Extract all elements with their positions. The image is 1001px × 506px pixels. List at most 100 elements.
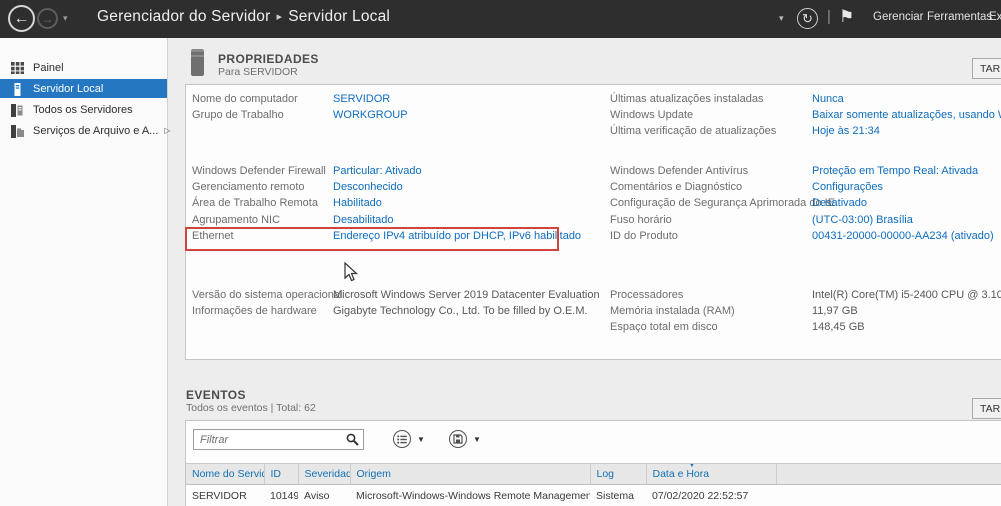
property-label: Grupo de Trabalho (192, 109, 284, 122)
tasks-label: TAREFAS (980, 402, 1001, 415)
column-header-severidade[interactable]: Severidade (298, 463, 351, 485)
filter-field (193, 429, 364, 450)
back-button[interactable]: ← (8, 5, 35, 32)
sidebar-item-servidor-local[interactable]: Servidor Local (0, 79, 167, 98)
property-value: 11,97 GB (812, 305, 858, 318)
events-panel: ▼ ▼ Nome do ServidorIDSeveridadeOrigemLo… (185, 420, 1001, 506)
property-row: Processadores Intel(R) Core(TM) i5-2400 C… (610, 289, 1001, 305)
sort-indicator-icon: ▼ (688, 463, 696, 470)
property-value-link[interactable]: Desativado (812, 197, 867, 209)
event-cell (776, 484, 1001, 506)
filter-input[interactable] (193, 429, 364, 450)
column-header-id[interactable]: ID (264, 463, 299, 485)
property-label: Espaço total em disco (610, 321, 718, 334)
property-group: Nome do computador SERVIDOR Grupo de Traba… (192, 93, 608, 125)
property-value-link[interactable]: Particular: Ativado (333, 165, 422, 177)
property-label: Últimas atualizações instaladas (610, 93, 764, 105)
notifications-dropdown-caret-icon[interactable]: ▾ (779, 13, 784, 24)
property-value-link[interactable]: (UTC-03:00) Brasília (812, 214, 913, 226)
property-value-link[interactable]: Configurações (812, 181, 883, 193)
property-value-link[interactable]: Proteção em Tempo Real: Ativada (812, 165, 978, 177)
property-label: Ethernet (192, 229, 234, 242)
sidebar-item-label: Servidor Local (33, 82, 104, 95)
property-row: Windows Defender Firewall Particular: Ati… (192, 165, 608, 181)
file-storage-services-icon (11, 124, 24, 138)
save-query-button[interactable]: ▼ (449, 430, 481, 448)
property-value-link[interactable]: 00431-20000-00000-AA234 (ativado) (812, 230, 994, 242)
property-label: Processadores (610, 289, 684, 301)
column-header-log[interactable]: Log (590, 463, 647, 485)
property-row: Ethernet Endereço IPv4 atribuído por DHCP… (192, 230, 608, 246)
events-title: EVENTOS (186, 388, 246, 402)
forward-button[interactable]: → (37, 8, 58, 29)
property-row: ID do Produto 00431-20000-00000-AA234 (at… (610, 230, 1001, 246)
refresh-icon: ↻ (802, 10, 813, 26)
event-row[interactable]: SERVIDOR 10149 Aviso Microsoft-Windows-Wind… (186, 484, 1001, 506)
search-icon[interactable] (346, 433, 359, 451)
query-list-icon (393, 430, 411, 448)
nav-dropdown-caret-icon[interactable]: ▾ (63, 13, 68, 24)
menu-exibir[interactable]: Exibir (989, 11, 1001, 23)
sidebar-item-servicos-de-arquivo[interactable]: Serviços de Arquivo e A... ▷ (0, 121, 171, 140)
sidebar-item-todos-os-servidores[interactable]: Todos os Servidores (0, 100, 167, 119)
menu-gerenciar[interactable]: Gerenciar (873, 11, 924, 23)
column-header-data-e-hora[interactable]: Data e Hora ▼ (646, 463, 777, 485)
property-value-link[interactable]: Hoje às 21:34 (812, 125, 880, 137)
titlebar-divider: | (827, 8, 831, 25)
properties-title: PROPRIEDADES (218, 52, 319, 66)
property-value: Gigabyte Technology Co., Ltd. To be fill… (333, 305, 588, 318)
column-header-nome-do-servidor[interactable]: Nome do Servidor (186, 463, 265, 485)
property-row: Configuração de Segurança Aprimorada do … (610, 197, 1001, 213)
property-row: Área de Trabalho Remota Habilitado (192, 197, 608, 213)
properties-server-icon (191, 49, 204, 76)
event-cell: 10149 (264, 484, 298, 506)
all-servers-icon (11, 103, 24, 117)
properties-left-column: Nome do computador SERVIDOR Grupo de Traba… (192, 85, 608, 359)
property-value-link[interactable]: Desconhecido (333, 181, 403, 193)
property-label: Fuso horário (610, 213, 672, 226)
refresh-button[interactable]: ↻ (797, 8, 818, 29)
property-value-link[interactable]: Habilitado (333, 197, 382, 209)
event-cell: 07/02/2020 22:52:57 (646, 484, 776, 506)
column-header-origem[interactable]: Origem (350, 463, 591, 485)
events-table: Nome do ServidorIDSeveridadeOrigemLogDat… (186, 463, 1001, 506)
breadcrumb-current: Servidor Local (288, 8, 391, 25)
caret-down-icon: ▼ (473, 434, 481, 444)
query-list-button[interactable]: ▼ (393, 430, 425, 448)
expand-chevron-icon[interactable]: ▷ (164, 126, 170, 135)
property-value-link[interactable]: Nunca (812, 93, 844, 105)
notifications-flag-icon[interactable]: ⚑ (839, 7, 854, 27)
property-label: Windows Defender Firewall (192, 165, 326, 177)
property-value-link[interactable]: WORKGROUP (333, 109, 408, 121)
breadcrumb: Gerenciador do Servidor ▸ Servidor Local (97, 8, 390, 26)
events-tasks-button[interactable]: TAREFAS ▾ (972, 398, 1001, 419)
property-group: Processadores Intel(R) Core(TM) i5-2400 C… (610, 289, 1001, 338)
property-row: Última verificação de atualizações Hoje à… (610, 125, 1001, 141)
property-group: Windows Defender Firewall Particular: Ati… (192, 165, 608, 246)
back-arrow-icon: ← (13, 9, 30, 27)
property-value: 148,45 GB (812, 321, 865, 334)
properties-tasks-button[interactable]: TAREFAS ▾ (972, 58, 1001, 79)
breadcrumb-root[interactable]: Gerenciador do Servidor (97, 8, 270, 25)
breadcrumb-separator-icon: ▸ (276, 11, 283, 23)
property-label: ID do Produto (610, 229, 678, 242)
dashboard-grid-icon (11, 61, 24, 74)
property-value-link[interactable]: Baixar somente atualizações, usando Wind… (812, 109, 1001, 121)
caret-down-icon: ▼ (417, 434, 425, 444)
properties-right-column: Últimas atualizações instaladas Nunca Wind… (610, 85, 1001, 359)
property-group: Últimas atualizações instaladas Nunca Wind… (610, 93, 1001, 142)
menu-ferramentas[interactable]: Ferramentas (927, 11, 992, 23)
property-row: Gerenciamento remoto Desconhecido (192, 181, 608, 197)
local-server-icon (11, 82, 24, 96)
sidebar-item-painel[interactable]: Painel (0, 58, 167, 77)
property-label: Configuração de Segurança Aprimorada do … (610, 197, 836, 210)
property-row: Fuso horário (UTC-03:00) Brasília (610, 214, 1001, 230)
property-label: Agrupamento NIC (192, 213, 281, 226)
property-value-link[interactable]: Desabilitado (333, 214, 394, 226)
property-value-link[interactable]: Endereço IPv4 atribuído por DHCP, IPv6 h… (333, 230, 581, 242)
property-value-link[interactable]: SERVIDOR (333, 93, 390, 105)
property-row: Versão do sistema operacional Microsoft W… (192, 289, 608, 305)
tasks-label: TAREFAS (980, 62, 1001, 75)
property-label: Informações de hardware (192, 305, 317, 318)
events-subtitle: Todos os eventos | Total: 62 (186, 402, 316, 414)
